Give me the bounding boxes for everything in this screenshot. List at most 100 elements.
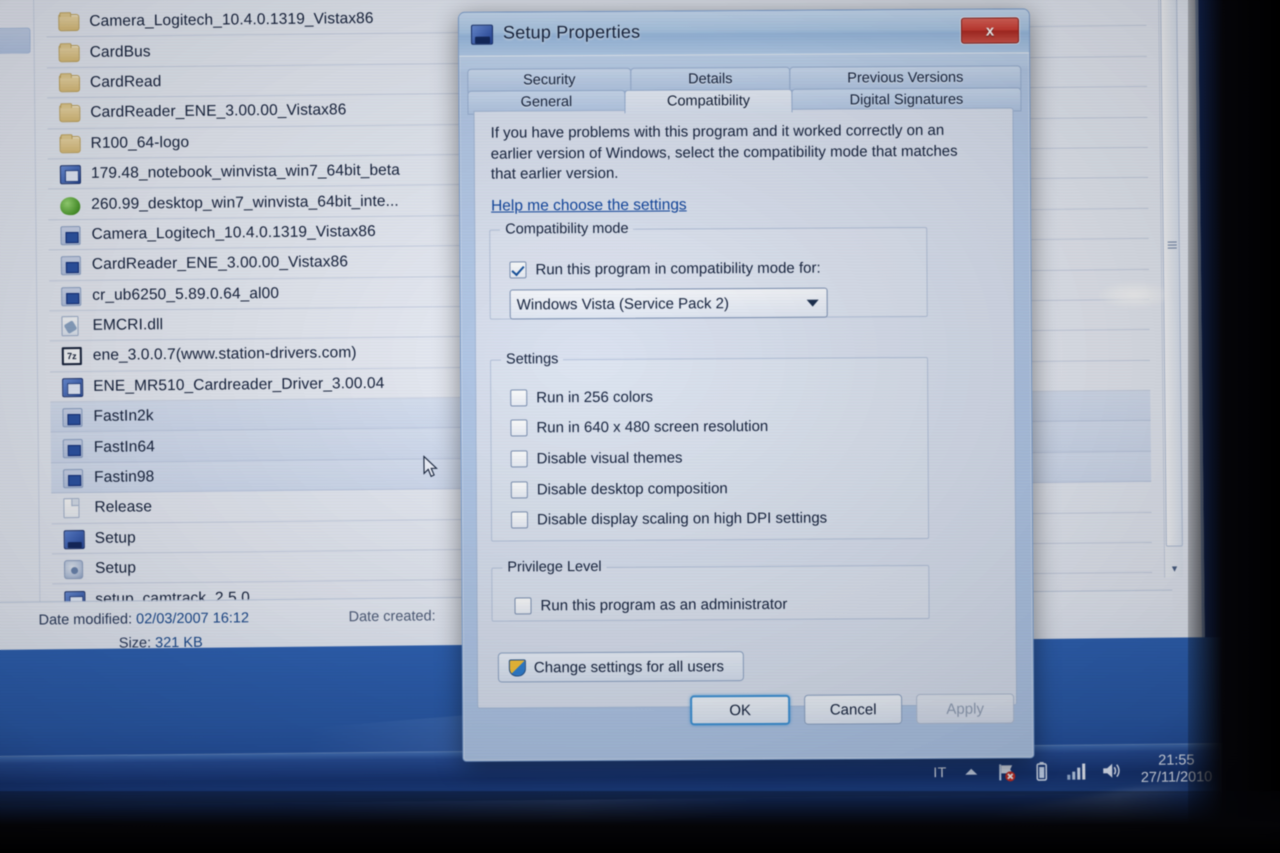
signal-bars-icon[interactable] <box>1065 760 1087 781</box>
file-name: Setup <box>94 559 137 578</box>
executable-icon <box>62 438 85 458</box>
file-name: 179.48_notebook_winvista_win7_64bit_beta <box>90 161 401 183</box>
file-name: CardRead <box>89 73 162 91</box>
screen-glare <box>1098 282 1170 308</box>
disable-dpi-scaling-row[interactable]: Disable display scaling on high DPI sett… <box>510 509 828 529</box>
file-name: Camera_Logitech_10.4.0.1319_Vistax86 <box>91 222 376 243</box>
settings-legend: Settings <box>505 351 559 368</box>
compatibility-mode-select[interactable]: Windows Vista (Service Pack 2) <box>509 287 828 320</box>
nvidia-icon <box>60 195 82 215</box>
run-256-colors-checkbox[interactable] <box>510 389 528 407</box>
volume-icon[interactable] <box>1100 760 1122 781</box>
dialog-title: Setup Properties <box>502 21 641 43</box>
run-640x480-checkbox[interactable] <box>510 419 528 437</box>
run-256-colors-label: Run in 256 colors <box>536 388 654 407</box>
run-compatibility-mode-label: Run this program in compatibility mode f… <box>535 259 821 279</box>
file-name: Fastin98 <box>94 468 155 486</box>
file-name: ENE_MR510_Cardreader_Driver_3.00.04 <box>93 374 385 395</box>
privilege-level-legend: Privilege Level <box>507 558 602 576</box>
setup-icon <box>63 529 86 550</box>
monitor-bezel-right <box>1188 0 1280 853</box>
ok-button[interactable]: OK <box>690 694 791 726</box>
setup-properties-dialog: Setup Properties x Security Details Prev… <box>457 8 1035 762</box>
uac-shield-icon <box>508 658 526 677</box>
file-name: FastIn2k <box>93 407 154 426</box>
change-settings-label: Change settings for all users <box>533 657 725 676</box>
help-me-choose-link[interactable]: Help me choose the settings <box>491 196 687 215</box>
executable-icon <box>61 286 83 306</box>
intro-text: If you have problems with this program a… <box>490 121 958 183</box>
file-name: CardBus <box>89 42 151 61</box>
tab-compatibility[interactable]: Compatibility <box>624 88 793 114</box>
cancel-button[interactable]: Cancel <box>804 694 903 725</box>
setup-program-icon <box>470 24 494 45</box>
file-name: Setup <box>94 529 136 547</box>
run-compatibility-mode-checkbox[interactable] <box>509 261 527 279</box>
executable-icon <box>63 468 85 489</box>
run-640x480-label: Run in 640 x 480 screen resolution <box>536 417 769 437</box>
file-name: CardReader_ENE_3.00.00_Vistax86 <box>91 253 349 274</box>
settings-group: Settings Run in 256 colors Run in 640 x … <box>489 348 930 542</box>
run-as-administrator-row[interactable]: Run this program as an administrator <box>514 596 787 615</box>
sevenzip-icon: 7z <box>61 346 84 366</box>
folder-icon <box>58 73 81 93</box>
file-name: Release <box>94 498 153 517</box>
detail-date-modified-value: 02/03/2007 16:12 <box>136 610 250 628</box>
file-name: FastIn64 <box>93 437 156 456</box>
installer-icon <box>62 377 84 398</box>
msi-icon <box>63 559 86 580</box>
apply-button: Apply <box>916 693 1015 725</box>
folder-icon <box>58 43 81 63</box>
compatibility-mode-group: Compatibility mode Run this program in c… <box>489 218 928 320</box>
show-hidden-icons-icon[interactable] <box>960 761 982 782</box>
detail-date-modified: Date modified: 02/03/2007 16:12 <box>39 610 250 628</box>
photographed-screen: Name Date modified Type Size :) cation C… <box>0 0 1280 853</box>
file-name: ene_3.0.0.7(www.station-drivers.com) <box>92 344 357 365</box>
chevron-down-icon[interactable] <box>806 299 819 307</box>
detail-date-modified-label: Date modified: <box>38 611 133 629</box>
detail-date-created-label: Date created: <box>348 608 436 626</box>
scroll-down-arrow-icon[interactable]: ▼ <box>1165 559 1184 577</box>
installer-icon <box>59 164 82 185</box>
close-icon[interactable]: x <box>960 17 1020 44</box>
run-640x480-row[interactable]: Run in 640 x 480 screen resolution <box>510 418 768 437</box>
disable-desktop-composition-label: Disable desktop composition <box>536 480 728 499</box>
battery-icon[interactable] <box>1030 760 1052 781</box>
compatibility-tab-panel: If you have problems with this program a… <box>473 107 1018 709</box>
language-indicator[interactable]: IT <box>933 764 947 780</box>
monitor-bezel-bottom <box>0 791 1280 853</box>
compatibility-mode-selected-value: Windows Vista (Service Pack 2) <box>516 294 730 313</box>
file-name: R100_64-logo <box>90 133 190 152</box>
disable-dpi-scaling-checkbox[interactable] <box>510 511 529 529</box>
monitor-surface: Name Date modified Type Size :) cation C… <box>0 0 1236 853</box>
file-name: CardReader_ENE_3.00.00_Vistax86 <box>90 101 347 122</box>
compatibility-mode-legend: Compatibility mode <box>505 220 629 238</box>
folder-icon <box>58 12 80 32</box>
executable-icon <box>60 225 82 246</box>
disable-desktop-composition-checkbox[interactable] <box>510 481 528 499</box>
run-256-colors-row[interactable]: Run in 256 colors <box>510 389 653 407</box>
file-name: EMCRI.dll <box>92 316 164 334</box>
change-settings-for-all-users-button[interactable]: Change settings for all users <box>497 651 744 683</box>
executable-icon <box>60 255 83 276</box>
navigation-pane[interactable]: :) cation <box>0 0 41 660</box>
executable-icon <box>62 407 84 428</box>
tab-strip[interactable]: Security Details Previous Versions Gener… <box>467 65 1022 115</box>
dialog-titlebar[interactable]: Setup Properties x <box>458 9 1030 57</box>
run-compatibility-mode-checkbox-row[interactable]: Run this program in compatibility mode f… <box>509 259 821 279</box>
dll-icon <box>61 316 83 337</box>
disable-dpi-scaling-label: Disable display scaling on high DPI sett… <box>536 509 828 529</box>
run-as-administrator-checkbox[interactable] <box>514 597 532 615</box>
privilege-level-group: Privilege Level Run this program as an a… <box>491 556 930 622</box>
disable-visual-themes-row[interactable]: Disable visual themes <box>510 449 683 468</box>
network-flag-icon[interactable] <box>995 761 1017 782</box>
nav-selected-item[interactable] <box>0 27 31 54</box>
dialog-button-row: OK Cancel Apply <box>463 693 1033 736</box>
disable-visual-themes-checkbox[interactable] <box>510 450 528 468</box>
disable-desktop-composition-row[interactable]: Disable desktop composition <box>510 480 728 499</box>
run-as-administrator-label: Run this program as an administrator <box>540 595 788 615</box>
scrollbar-grip-icon <box>1167 241 1177 249</box>
file-icon <box>63 498 85 519</box>
file-name: Camera_Logitech_10.4.0.1319_Vistax86 <box>89 10 374 31</box>
file-name: cr_ub6250_5.89.0.64_al00 <box>92 284 280 304</box>
